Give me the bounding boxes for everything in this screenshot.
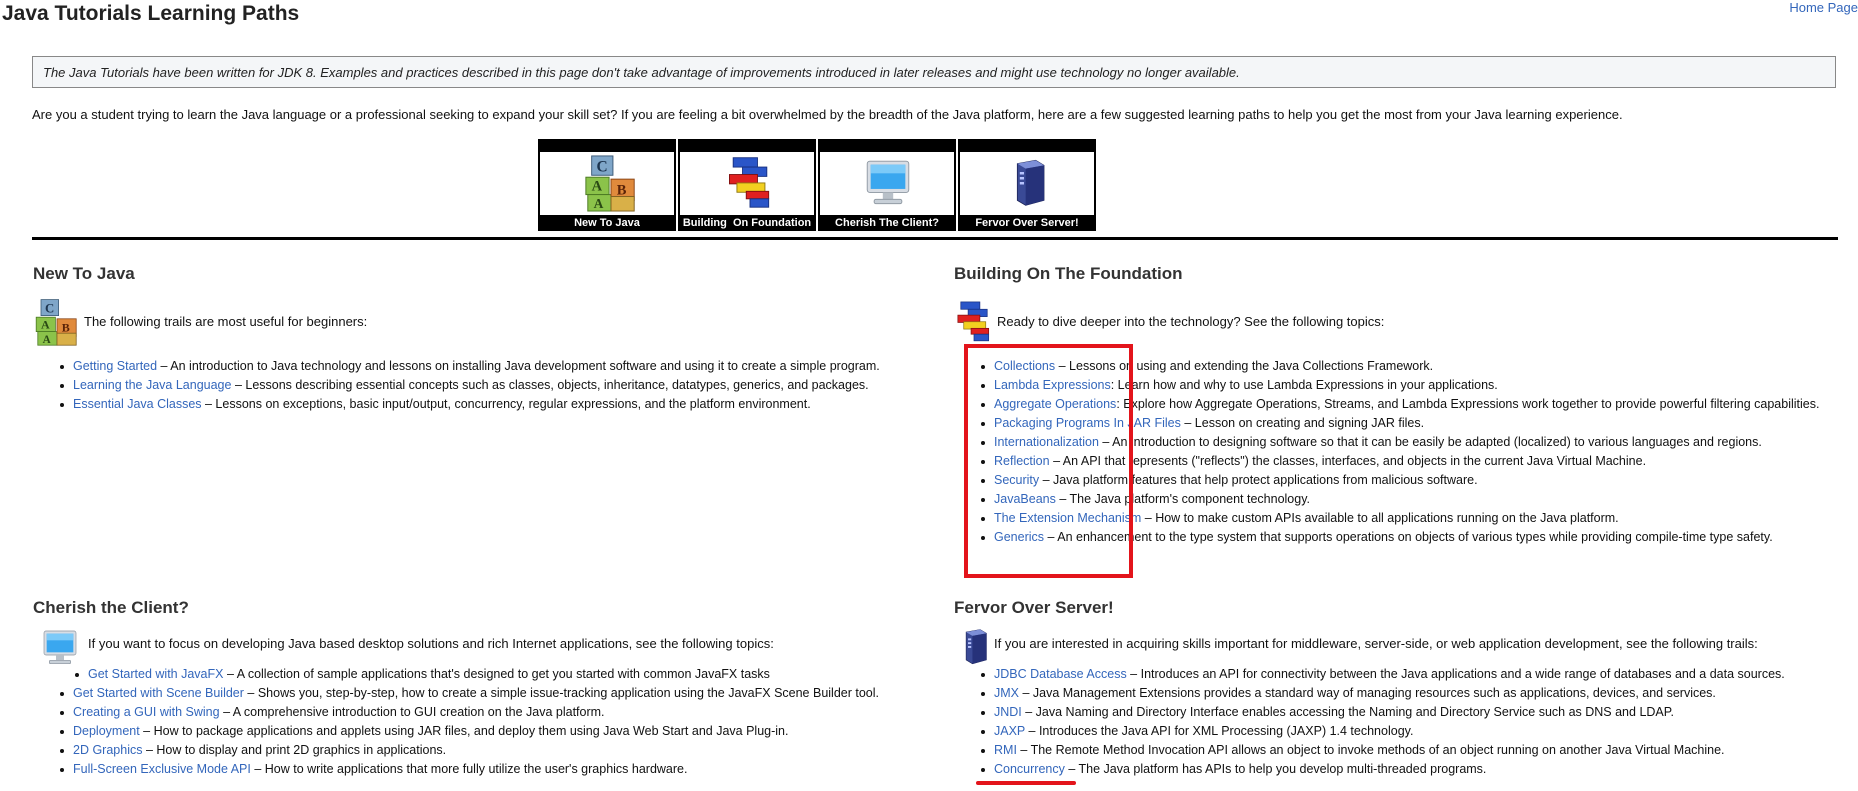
monitor-icon [40, 627, 80, 667]
trail-description: – How to display and print 2D graphics i… [142, 743, 447, 757]
jdk-notice-box: The Java Tutorials have been written for… [32, 56, 1836, 88]
section-title-building-on-the-foundation: Building On The Foundation [954, 264, 1183, 283]
lego-bricks-icon [952, 298, 996, 344]
trail-description: – How to make custom APIs available to a… [1141, 511, 1619, 525]
section-intro: If you want to focus on developing Java … [88, 636, 774, 651]
trail-link[interactable]: JNDI [994, 705, 1022, 719]
trail-description: – Lessons describing essential concepts … [231, 378, 869, 392]
server-list: JDBC Database Access – Introduces an API… [980, 665, 1836, 779]
client-list: Get Started with JavaFX – A collection o… [59, 665, 949, 779]
list-item: Essential Java Classes – Lessons on exce… [59, 395, 939, 414]
trail-description: – A collection of sample applications th… [223, 667, 770, 681]
nav-tile-label: Cherish The Client? [835, 217, 939, 229]
list-item: Full-Screen Exclusive Mode API – How to … [59, 760, 949, 779]
trail-link[interactable]: 2D Graphics [73, 743, 142, 757]
trail-description: – How to write applications that more fu… [250, 762, 688, 776]
trail-description: – An introduction to Java technology and… [157, 359, 880, 373]
nav-tile-label: Building On Foundation [682, 217, 812, 229]
monitor-icon [862, 156, 914, 208]
trail-link[interactable]: Full-Screen Exclusive Mode API [73, 762, 251, 776]
trail-description: – An enhancement to the type system that… [1044, 530, 1773, 544]
trail-link[interactable]: Creating a GUI with Swing [73, 705, 220, 719]
list-item: Getting Started – An introduction to Jav… [59, 357, 939, 376]
learning-path-nav: New To Java Building On Foundation Cheri… [538, 139, 1098, 231]
home-page-link[interactable]: Home Page [1789, 0, 1858, 16]
server-icon [1004, 154, 1054, 210]
section-intro: If you are interested in acquiring skill… [994, 636, 1758, 651]
section-divider [32, 237, 1838, 240]
trail-description: : Explore how Aggregate Operations, Stre… [1116, 397, 1820, 411]
section-title-cherish-the-client: Cherish the Client? [33, 598, 189, 617]
list-item: Creating a GUI with Swing – A comprehens… [59, 703, 949, 722]
trail-link[interactable]: JMX [994, 686, 1019, 700]
list-item: Concurrency – The Java platform has APIs… [980, 760, 1836, 779]
trail-link[interactable]: Get Started with Scene Builder [73, 686, 244, 700]
new-to-java-list: Getting Started – An introduction to Jav… [59, 357, 939, 414]
nav-tile-label: Fervor Over Server! [975, 217, 1079, 229]
jdk-notice-text: The Java Tutorials have been written for… [43, 65, 1240, 80]
trail-link[interactable]: RMI [994, 743, 1017, 757]
list-item: Get Started with Scene Builder – Shows y… [59, 684, 949, 703]
trail-description: – An API that represents ("reflects") th… [1049, 454, 1647, 468]
nav-tile-new-to-java[interactable]: New To Java [538, 139, 676, 231]
list-item: RMI – The Remote Method Invocation API a… [980, 741, 1836, 760]
trail-description: – Java Naming and Directory Interface en… [1021, 705, 1674, 719]
trail-description: – Lesson on creating and signing JAR fil… [1180, 416, 1425, 430]
list-item: JNDI – Java Naming and Directory Interfa… [980, 703, 1836, 722]
abc-blocks-icon [31, 298, 83, 346]
trail-description: – How to package applications and applet… [139, 724, 789, 738]
trail-link[interactable]: Deployment [73, 724, 140, 738]
trail-description: – Lessons on exceptions, basic input/out… [201, 397, 811, 411]
trail-description: – Introduces an API for connectivity bet… [1126, 667, 1785, 681]
list-item: JDBC Database Access – Introduces an API… [980, 665, 1836, 684]
list-item: JAXP – Introduces the Java API for XML P… [980, 722, 1836, 741]
section-intro: Ready to dive deeper into the technology… [997, 314, 1385, 329]
nav-tile-fervor-over-server[interactable]: Fervor Over Server! [958, 139, 1096, 231]
abc-blocks-icon [582, 154, 640, 212]
trail-description: – An introduction to designing software … [1098, 435, 1762, 449]
trail-description: : Learn how and why to use Lambda Expres… [1110, 378, 1498, 392]
trail-description: – Java Management Extensions provides a … [1019, 686, 1716, 700]
trail-link[interactable]: Getting Started [73, 359, 157, 373]
highlight-underline [976, 781, 1076, 785]
trail-description: – A comprehensive introduction to GUI cr… [219, 705, 605, 719]
nav-tile-building-on-foundation[interactable]: Building On Foundation [678, 139, 816, 231]
trail-description: – Shows you, step-by-step, how to create… [243, 686, 879, 700]
nav-tile-cherish-the-client[interactable]: Cherish The Client? [818, 139, 956, 231]
page-title: Java Tutorials Learning Paths [2, 2, 300, 25]
section-title-new-to-java: New To Java [33, 264, 135, 283]
trail-link[interactable]: Learning the Java Language [73, 378, 231, 392]
nav-tile-label: New To Java [574, 217, 640, 229]
intro-paragraph: Are you a student trying to learn the Ja… [32, 107, 1623, 122]
list-item: 2D Graphics – How to display and print 2… [59, 741, 949, 760]
trail-description: – The Java platform has APIs to help you… [1064, 762, 1487, 776]
section-title-fervor-over-server: Fervor Over Server! [954, 598, 1114, 617]
lego-bricks-icon [722, 154, 778, 210]
trail-description: – The Remote Method Invocation API allow… [1016, 743, 1725, 757]
section-intro: The following trails are most useful for… [84, 314, 368, 329]
trail-link[interactable]: Get Started with JavaFX [88, 667, 223, 681]
trail-link[interactable]: JAXP [994, 724, 1025, 738]
list-item: JMX – Java Management Extensions provide… [980, 684, 1836, 703]
list-item: Get Started with JavaFX – A collection o… [74, 665, 949, 684]
list-item: Deployment – How to package applications… [59, 722, 949, 741]
trail-link[interactable]: Essential Java Classes [73, 397, 202, 411]
highlight-box [964, 344, 1133, 578]
list-item: Learning the Java Language – Lessons des… [59, 376, 939, 395]
server-icon [956, 622, 994, 670]
trail-description: – Introduces the Java API for XML Proces… [1025, 724, 1414, 738]
trail-link[interactable]: Concurrency [994, 762, 1065, 776]
trail-link[interactable]: JDBC Database Access [994, 667, 1127, 681]
